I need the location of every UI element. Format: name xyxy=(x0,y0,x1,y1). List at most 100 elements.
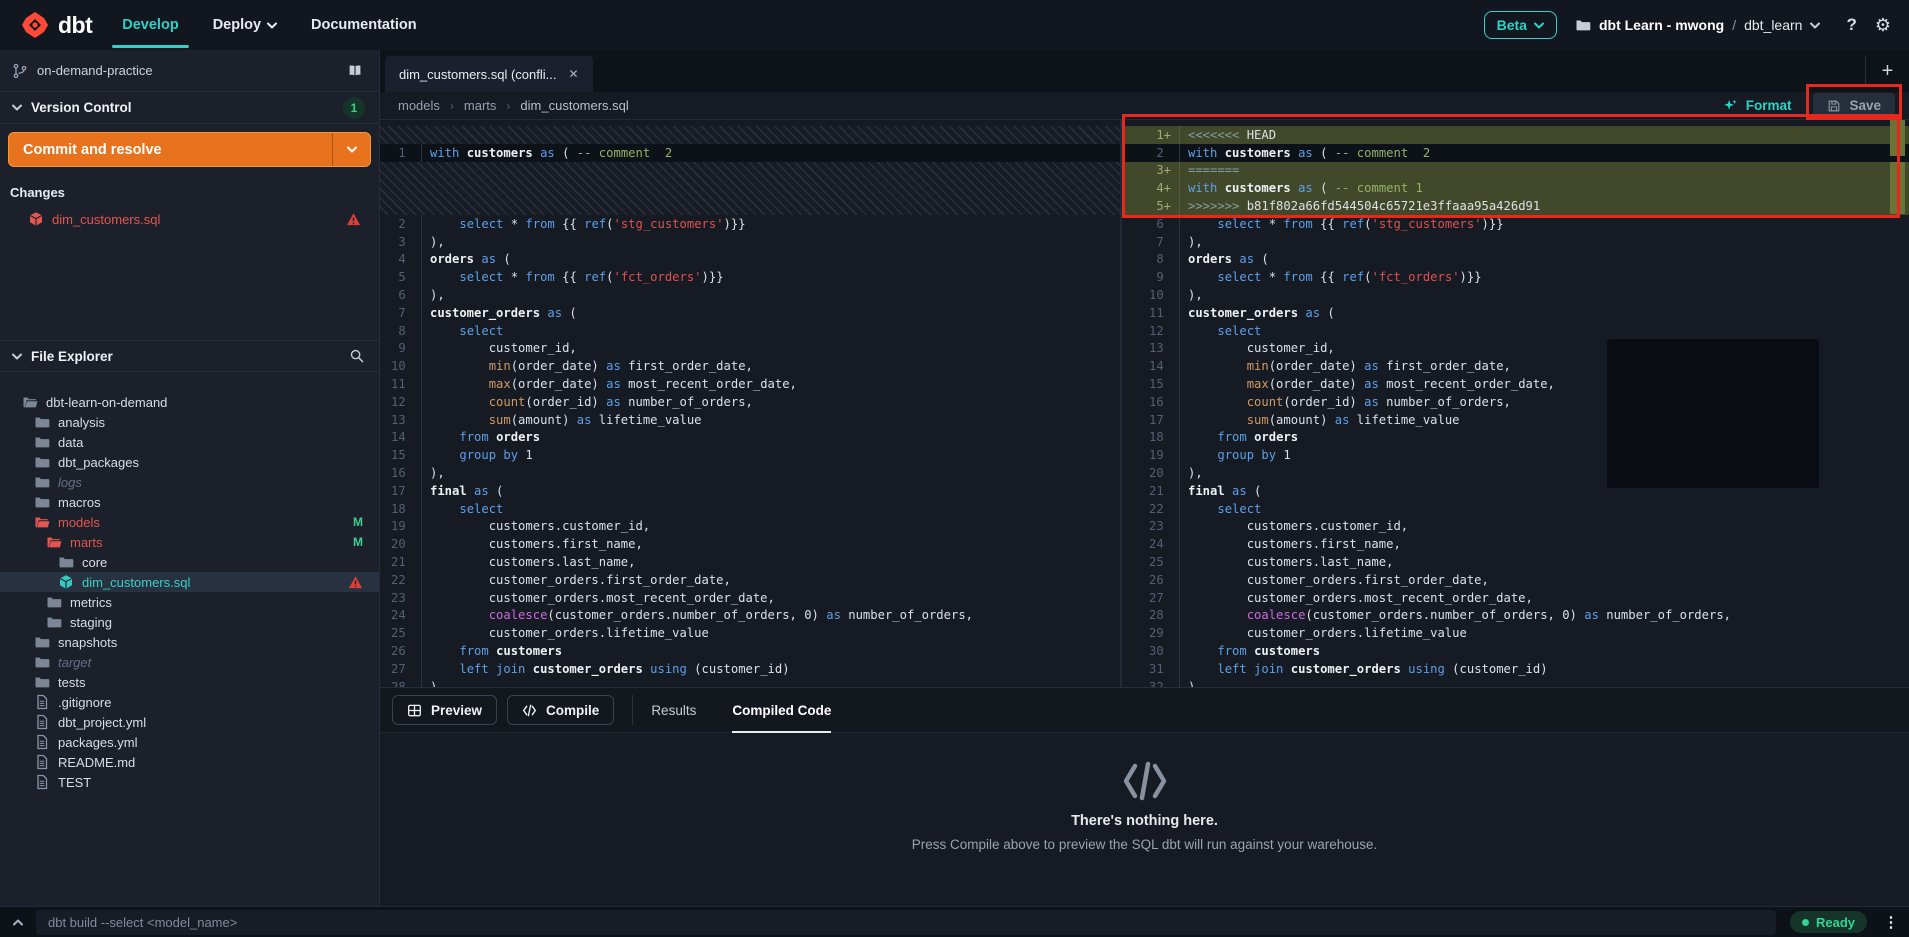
code-pane-current[interactable]: 1 with customers as ( -- comment 22 sele… xyxy=(380,120,1122,687)
code-line: 17 final as ( xyxy=(380,482,1120,500)
breadcrumb-file[interactable]: dim_customers.sql xyxy=(520,98,628,113)
code-line: 8 orders as ( xyxy=(1122,251,1909,269)
tree-item-models[interactable]: modelsM xyxy=(0,512,379,532)
brand-name: dbt xyxy=(58,12,92,39)
nav-documentation[interactable]: Documentation xyxy=(311,17,417,33)
project-switcher[interactable]: dbt Learn - mwong / dbt_learn xyxy=(1575,17,1821,33)
folder-icon xyxy=(34,494,50,510)
new-tab-button[interactable]: + xyxy=(1865,56,1909,86)
modified-badge: M xyxy=(353,535,363,549)
tree-item-marts[interactable]: martsM xyxy=(0,532,379,552)
results-panel: There's nothing here. Press Compile abov… xyxy=(380,733,1909,906)
tree-item-label: staging xyxy=(70,615,112,630)
tree-item-logs[interactable]: logs xyxy=(0,472,379,492)
breadcrumb-marts[interactable]: marts xyxy=(464,98,497,113)
code-line: 5 select * from {{ ref('fct_orders')}} xyxy=(380,268,1120,286)
chevron-up-icon[interactable] xyxy=(0,919,36,926)
chevron-down-icon xyxy=(1534,22,1544,29)
bottom-toolbar: Preview Compile Results Compiled Code xyxy=(380,687,1909,733)
diff-editor: 1 with customers as ( -- comment 22 sele… xyxy=(380,120,1909,687)
tree-item-dbt-packages[interactable]: dbt_packages xyxy=(0,452,379,472)
code-line: 24 coalesce(customer_orders.number_of_or… xyxy=(380,607,1120,625)
tree-item-dbt-project-yml[interactable]: dbt_project.yml xyxy=(0,712,379,732)
status-label: Ready xyxy=(1816,915,1855,930)
account-name: dbt Learn - mwong xyxy=(1599,17,1724,33)
tree-item-dbt-learn-on-demand[interactable]: dbt-learn-on-demand xyxy=(0,392,379,412)
tree-item--gitignore[interactable]: .gitignore xyxy=(0,692,379,712)
empty-state-subtitle: Press Compile above to preview the SQL d… xyxy=(912,837,1378,852)
format-button[interactable]: Format xyxy=(1723,98,1792,113)
tab-results[interactable]: Results xyxy=(651,687,696,733)
code-line: 24 customers.first_name, xyxy=(1122,535,1909,553)
tree-item-staging[interactable]: staging xyxy=(0,612,379,632)
file-explorer-header[interactable]: File Explorer xyxy=(0,340,379,372)
branch-selector[interactable]: on-demand-practice xyxy=(0,50,379,92)
commit-and-resolve-button[interactable]: Commit and resolve xyxy=(8,132,371,167)
tree-item-core[interactable]: core xyxy=(0,552,379,572)
tree-item-tests[interactable]: tests xyxy=(0,672,379,692)
commit-options-chevron[interactable] xyxy=(332,133,370,166)
code-line: 15 group by 1 xyxy=(380,446,1120,464)
tree-item-label: models xyxy=(58,515,100,530)
overview-ruler[interactable] xyxy=(1888,120,1907,687)
tree-item-label: target xyxy=(58,655,91,670)
tree-item-label: data xyxy=(58,435,83,450)
tree-item-analysis[interactable]: analysis xyxy=(0,412,379,432)
beta-toggle[interactable]: Beta xyxy=(1484,11,1557,39)
changed-file-name: dim_customers.sql xyxy=(52,212,160,227)
code-line: 2 select * from {{ ref('stg_customers')}… xyxy=(380,215,1120,233)
tree-item-metrics[interactable]: metrics xyxy=(0,592,379,612)
tree-item-test[interactable]: TEST xyxy=(0,772,379,792)
preview-button[interactable]: Preview xyxy=(392,695,497,725)
chevron-down-icon xyxy=(12,104,22,111)
chevron-right-icon: › xyxy=(450,99,454,113)
code-line: 6 ), xyxy=(380,286,1120,304)
tree-item-label: metrics xyxy=(70,595,112,610)
diff-spacer xyxy=(380,162,1120,215)
tree-item-macros[interactable]: macros xyxy=(0,492,379,512)
diff-spacer xyxy=(380,126,1120,144)
tab-dim-customers[interactable]: dim_customers.sql (confli... ✕ xyxy=(385,56,593,92)
tree-item-packages-yml[interactable]: packages.yml xyxy=(0,732,379,752)
chevron-down-icon xyxy=(267,22,277,29)
tree-item-target[interactable]: target xyxy=(0,652,379,672)
toolbar-divider xyxy=(632,695,633,725)
code-brackets-icon xyxy=(1121,761,1169,801)
tab-compiled-code[interactable]: Compiled Code xyxy=(732,687,831,733)
editor-area: dim_customers.sql (confli... ✕ + models … xyxy=(380,50,1909,906)
table-grid-icon xyxy=(407,703,422,718)
breadcrumb-models[interactable]: models xyxy=(398,98,440,113)
code-line: 28 coalesce(customer_orders.number_of_or… xyxy=(1122,607,1909,625)
close-icon[interactable]: ✕ xyxy=(569,67,579,81)
changed-file-row[interactable]: dim_customers.sql xyxy=(0,208,379,230)
code-line: 25 customers.last_name, xyxy=(1122,553,1909,571)
save-button[interactable]: Save xyxy=(1813,93,1895,119)
nav-deploy[interactable]: Deploy xyxy=(213,17,277,33)
code-line: 26 customer_orders.first_order_date, xyxy=(1122,571,1909,589)
dbt-logo[interactable]: dbt xyxy=(20,10,92,40)
file-icon xyxy=(34,754,50,770)
code-line: 1+<<<<<<< HEAD xyxy=(1122,126,1909,144)
tree-item-dim-customers-sql[interactable]: dim_customers.sql xyxy=(0,572,379,592)
tree-item-label: TEST xyxy=(58,775,91,790)
tree-item-snapshots[interactable]: snapshots xyxy=(0,632,379,652)
tree-item-label: README.md xyxy=(58,755,135,770)
tree-item-label: analysis xyxy=(58,415,105,430)
version-control-header[interactable]: Version Control 1 xyxy=(0,92,379,124)
code-line: 6 select * from {{ ref('stg_customers')}… xyxy=(1122,215,1909,233)
book-icon[interactable] xyxy=(347,63,363,79)
gear-icon[interactable]: ⚙ xyxy=(1875,15,1891,36)
help-icon[interactable]: ? xyxy=(1846,15,1856,35)
changes-label: Changes xyxy=(10,185,379,200)
code-line: 10 min(order_date) as first_order_date, xyxy=(380,357,1120,375)
project-name: dbt_learn xyxy=(1744,17,1802,33)
compile-button[interactable]: Compile xyxy=(507,695,614,725)
command-input[interactable] xyxy=(36,910,1776,935)
chevron-down-icon xyxy=(12,353,22,360)
tree-item-data[interactable]: data xyxy=(0,432,379,452)
kebab-menu-icon[interactable]: ⋮ xyxy=(1879,913,1903,931)
nav-develop[interactable]: Develop xyxy=(122,17,178,33)
search-icon[interactable] xyxy=(349,348,365,364)
code-line: 11 customer_orders as ( xyxy=(1122,304,1909,322)
tree-item-readme-md[interactable]: README.md xyxy=(0,752,379,772)
